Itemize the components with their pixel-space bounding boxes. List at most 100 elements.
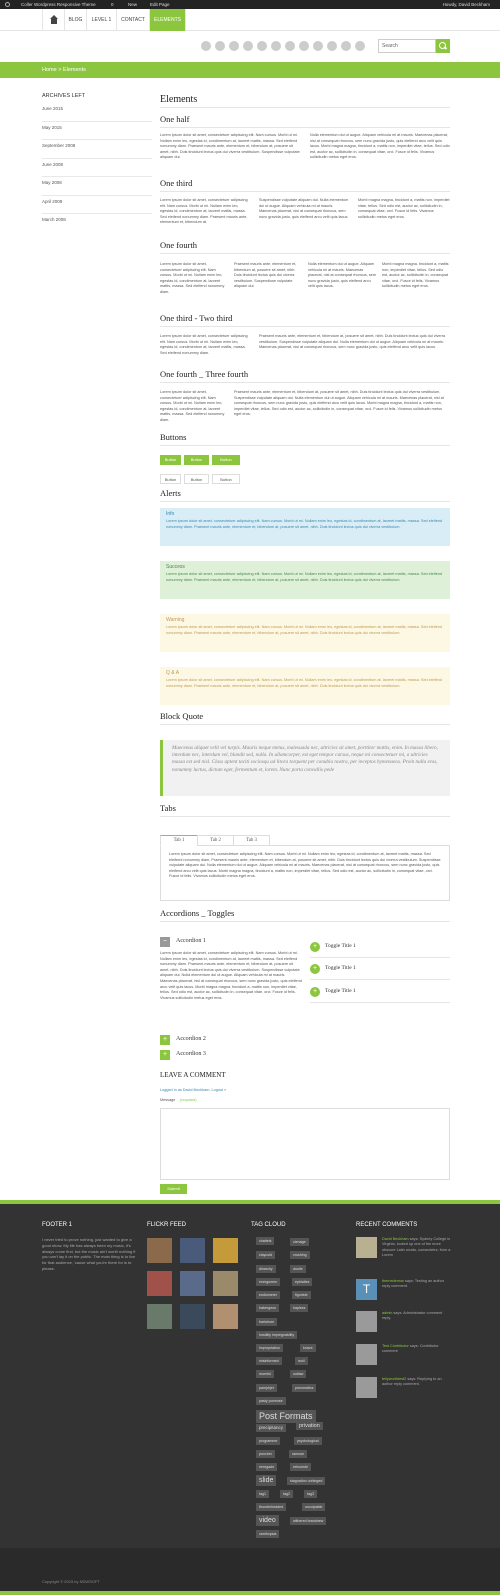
toggle-title[interactable]: Toggle Title 1 bbox=[325, 965, 356, 971]
submit-button[interactable]: Submit bbox=[160, 1184, 187, 1194]
wordpress-icon[interactable] bbox=[5, 2, 10, 7]
tag-link[interactable]: pasty pomrose bbox=[256, 1397, 286, 1405]
plus-icon[interactable]: + bbox=[310, 942, 320, 952]
tag-link[interactable]: outlaw bbox=[290, 1370, 307, 1378]
logged-in-text[interactable]: Logged in as David Beckham. Logout » bbox=[160, 1088, 360, 1094]
accordion-2-title[interactable]: Accordion 2 bbox=[176, 1036, 206, 1042]
tag-link[interactable]: impropriation bbox=[256, 1344, 283, 1352]
flickr-photo[interactable] bbox=[147, 1238, 172, 1263]
toggle-title[interactable]: Toggle Title 1 bbox=[325, 988, 356, 994]
tag-link[interactable]: claycold bbox=[256, 1251, 275, 1259]
admin-howdy[interactable]: Howdy, David Beckham bbox=[443, 0, 490, 9]
nav-item-level1[interactable]: Level 1 bbox=[86, 9, 116, 31]
plus-icon[interactable]: + bbox=[310, 964, 320, 974]
tag-link[interactable]: stagnation unhinged bbox=[287, 1477, 326, 1485]
archive-link[interactable]: May 2008 bbox=[42, 177, 152, 196]
tag-link[interactable]: misinformed bbox=[256, 1357, 282, 1365]
archive-link[interactable]: April 2008 bbox=[42, 196, 152, 214]
tag-link[interactable]: privation bbox=[296, 1422, 323, 1430]
admin-comments-count[interactable]: 0 bbox=[111, 0, 114, 9]
youtube-icon[interactable] bbox=[327, 41, 337, 51]
vimeo-icon[interactable] bbox=[355, 41, 365, 51]
message-textarea[interactable] bbox=[160, 1108, 450, 1180]
tag-link[interactable]: eudiometer bbox=[256, 1291, 280, 1299]
admin-site-link[interactable]: Coller Wordpress Responsive Theme bbox=[21, 0, 96, 9]
tag-link[interactable]: tag2 bbox=[280, 1490, 293, 1498]
toggle-title[interactable]: Toggle Title 1 bbox=[325, 943, 356, 949]
skype-icon[interactable] bbox=[341, 41, 351, 51]
tag-link[interactable]: programme bbox=[256, 1437, 281, 1445]
tag-link[interactable]: psychological bbox=[294, 1437, 322, 1445]
plus-icon[interactable]: + bbox=[160, 1050, 170, 1060]
nav-item-contact[interactable]: Contact bbox=[116, 9, 149, 31]
tag-link[interactable]: energumen bbox=[256, 1278, 281, 1286]
tag-link[interactable]: unculpable bbox=[302, 1503, 326, 1511]
nav-item-elements[interactable]: Elements bbox=[149, 9, 186, 31]
tag-link[interactable]: xanthopsia bbox=[256, 1530, 280, 1538]
button-small-green[interactable]: Button bbox=[160, 455, 181, 465]
plus-icon[interactable]: + bbox=[310, 987, 320, 997]
flickr-photo[interactable] bbox=[213, 1238, 238, 1263]
tag-link[interactable]: doolie bbox=[290, 1265, 306, 1273]
tag-link[interactable]: precipitancy bbox=[256, 1424, 287, 1432]
tag-link[interactable]: puncher bbox=[256, 1450, 275, 1458]
flickr-icon[interactable] bbox=[285, 41, 295, 51]
tag-link[interactable]: ephialtes bbox=[292, 1278, 313, 1286]
button-large-white[interactable]: Button bbox=[212, 474, 240, 484]
avatar[interactable]: T bbox=[356, 1279, 377, 1300]
tag-link[interactable]: hapless bbox=[290, 1304, 309, 1312]
button-medium-white[interactable]: Button bbox=[184, 474, 209, 484]
dribbble-icon[interactable] bbox=[257, 41, 267, 51]
button-small-white[interactable]: Button bbox=[160, 474, 181, 484]
flickr-photo[interactable] bbox=[180, 1271, 205, 1296]
flickr-photo[interactable] bbox=[213, 1271, 238, 1296]
accordion-1-title[interactable]: Accordion 1 bbox=[176, 938, 206, 944]
plus-icon[interactable]: + bbox=[160, 1035, 170, 1045]
google-plus-icon[interactable] bbox=[243, 41, 253, 51]
tag-link[interactable]: video bbox=[256, 1515, 279, 1526]
rss-icon[interactable] bbox=[201, 41, 211, 51]
tag-link[interactable]: retrocede bbox=[290, 1463, 312, 1471]
flickr-photo[interactable] bbox=[213, 1304, 238, 1329]
tab-2[interactable]: Tab 2 bbox=[197, 835, 234, 846]
archive-link[interactable]: June 2015 bbox=[42, 103, 152, 122]
tag-link[interactable]: mornful bbox=[256, 1370, 274, 1378]
tag-link[interactable]: moil bbox=[295, 1357, 308, 1365]
search-icon[interactable] bbox=[436, 39, 450, 53]
tag-link[interactable]: knave bbox=[300, 1344, 316, 1352]
tag-link[interactable]: dinarchy bbox=[256, 1265, 276, 1273]
archive-link[interactable]: June 2008 bbox=[42, 159, 152, 177]
tab-3[interactable]: Tab 3 bbox=[233, 835, 270, 846]
accordion-3-title[interactable]: Accordion 3 bbox=[176, 1051, 206, 1057]
tag-link[interactable]: tag1 bbox=[256, 1490, 269, 1498]
instagram-icon[interactable] bbox=[313, 41, 323, 51]
linkedin-icon[interactable] bbox=[299, 41, 309, 51]
avatar[interactable] bbox=[356, 1344, 377, 1365]
avatar[interactable] bbox=[356, 1377, 377, 1398]
avatar[interactable] bbox=[356, 1311, 377, 1332]
flickr-photo[interactable] bbox=[147, 1271, 172, 1296]
archive-link[interactable]: March 2008 bbox=[42, 214, 152, 233]
tag-link[interactable]: hostility impregnability bbox=[256, 1331, 298, 1339]
flickr-photo[interactable] bbox=[147, 1304, 172, 1329]
admin-new-link[interactable]: New bbox=[128, 0, 137, 9]
tag-link[interactable]: chattels bbox=[256, 1237, 275, 1245]
tag-link[interactable]: withered brandnew bbox=[290, 1517, 327, 1525]
flickr-photo[interactable] bbox=[180, 1304, 205, 1329]
minus-icon[interactable]: − bbox=[160, 937, 170, 947]
tag-link[interactable]: renegade bbox=[256, 1463, 278, 1471]
home-icon[interactable] bbox=[42, 9, 64, 31]
tag-link[interactable]: pneumatics bbox=[292, 1384, 317, 1392]
button-large-green[interactable]: Button bbox=[212, 455, 240, 465]
tag-link[interactable]: hartshorn bbox=[256, 1318, 278, 1326]
admin-edit-link[interactable]: Edit Page bbox=[150, 0, 170, 9]
twitter-icon[interactable] bbox=[229, 41, 239, 51]
archive-link[interactable]: September 2008 bbox=[42, 140, 152, 159]
tag-link[interactable]: cienage bbox=[290, 1238, 309, 1246]
archive-link[interactable]: May 2015 bbox=[42, 122, 152, 140]
tag-link[interactable]: figuriste bbox=[292, 1291, 311, 1299]
search-input[interactable]: Search bbox=[378, 39, 436, 53]
button-medium-green[interactable]: Button bbox=[184, 455, 209, 465]
flickr-photo[interactable] bbox=[180, 1238, 205, 1263]
avatar[interactable] bbox=[356, 1237, 377, 1258]
